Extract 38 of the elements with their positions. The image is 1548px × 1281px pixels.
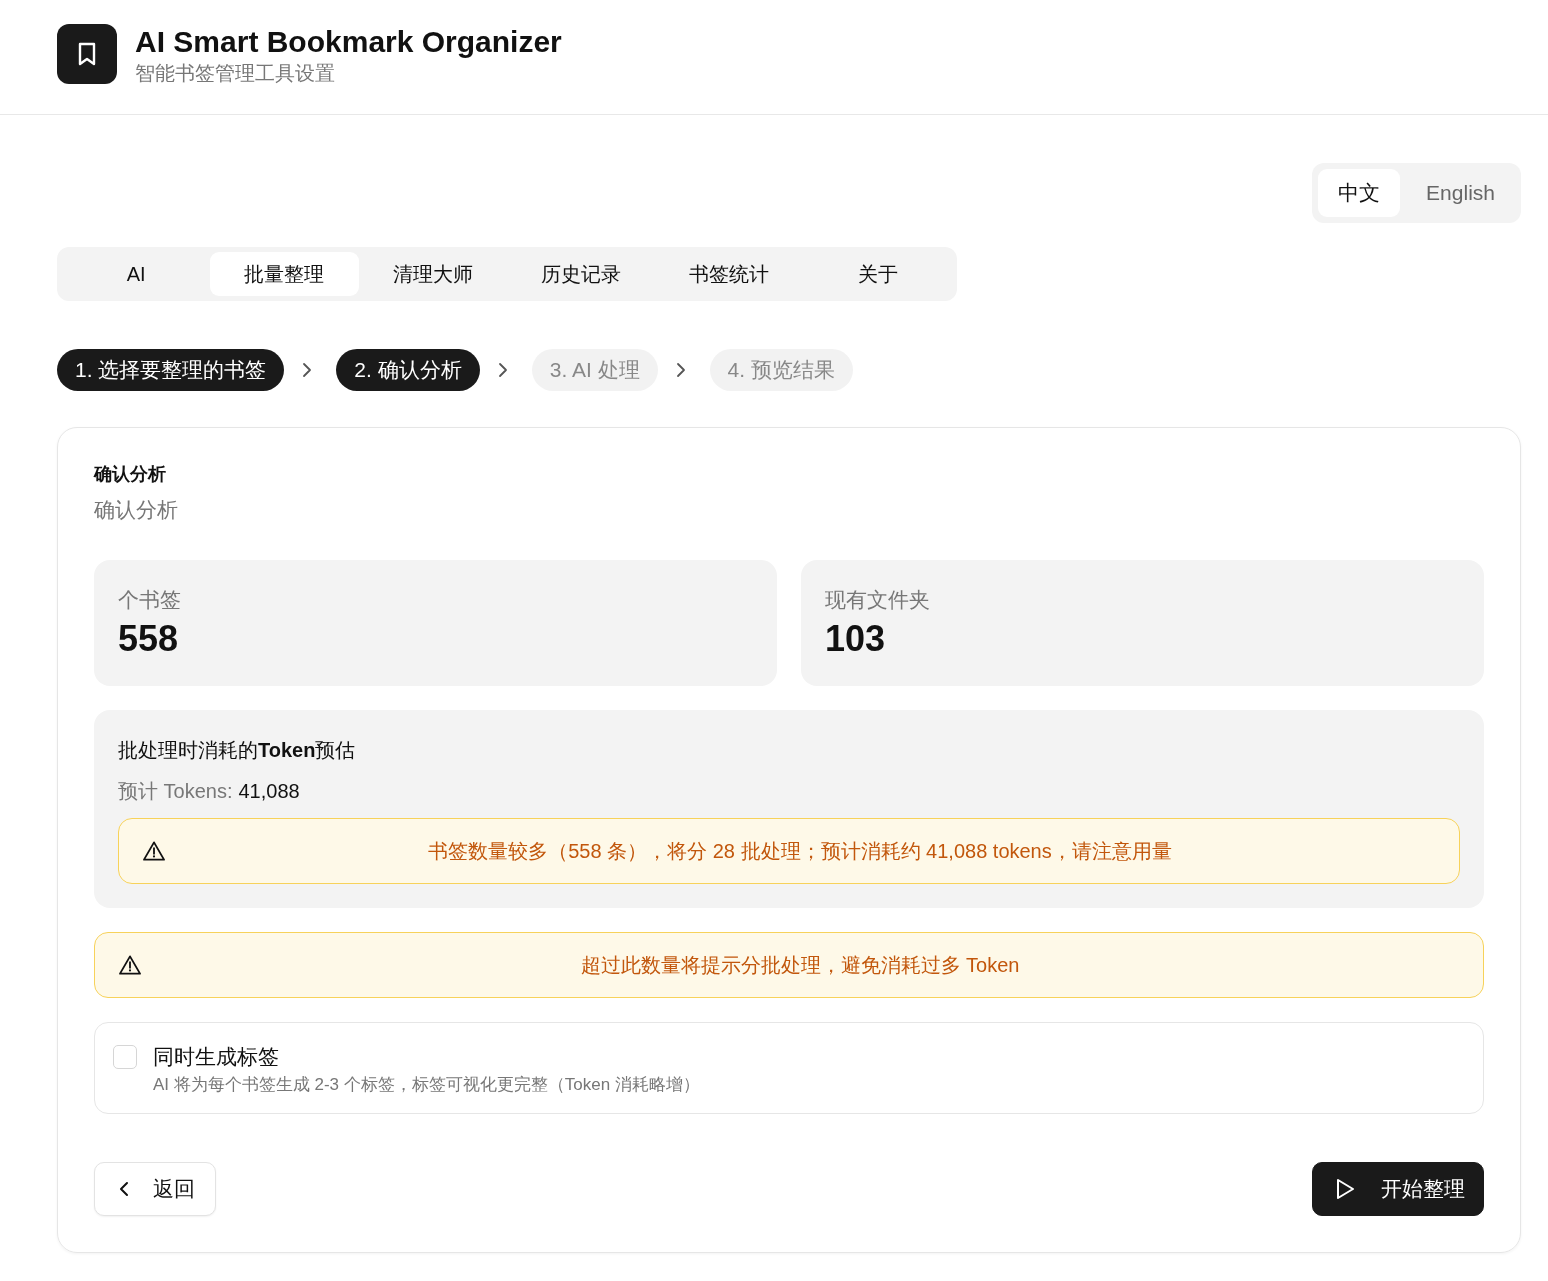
option-label: 同时生成标签 (153, 1044, 280, 1070)
app-title: AI Smart Bookmark Organizer (135, 24, 562, 60)
token-label: 预计 Tokens: (118, 779, 233, 804)
card-subtitle: 确认分析 (94, 497, 179, 523)
option-description: AI 将为每个书签生成 2-3 个标签，标签可视化更完整（Token 消耗略增） (153, 1074, 700, 1096)
tab[interactable]: 历史记录 (507, 252, 656, 296)
step-pill: 3. AI 处理 (531, 349, 658, 391)
step-pill: 1. 选择要整理的书签 (57, 349, 285, 391)
language-option[interactable]: 中文 (1318, 169, 1401, 217)
card-title: 确认分析 (94, 463, 167, 486)
step-pill: 4. 预览结果 (709, 349, 853, 391)
chevron-right-icon (302, 362, 313, 378)
warning-icon (119, 955, 141, 975)
notice-text: 超过此数量将提示分批处理，避免消耗过多 Token (579, 952, 1021, 978)
stat-value: 103 (825, 617, 887, 661)
tab[interactable]: 批量整理 (210, 252, 359, 296)
chevron-left-icon (119, 1181, 129, 1197)
tab[interactable]: 关于 (803, 252, 952, 296)
step-pill: 2. 确认分析 (336, 349, 480, 391)
start-button[interactable]: 开始整理 (1312, 1162, 1484, 1216)
stat-label: 个书签 (118, 587, 182, 613)
language-option[interactable]: English (1406, 169, 1515, 217)
app-subtitle: 智能书签管理工具设置 (135, 61, 336, 86)
token-estimate-title: 批处理时消耗的Token预估 (118, 738, 357, 763)
play-icon (1335, 1178, 1355, 1200)
chevron-right-icon (675, 362, 686, 378)
token-value: 41,088 (238, 779, 300, 804)
tab[interactable]: 书签统计 (655, 252, 804, 296)
checkbox[interactable] (113, 1045, 137, 1069)
stat-value: 558 (118, 617, 180, 661)
chevron-right-icon (497, 362, 508, 378)
bookmark-logo-icon (57, 24, 117, 84)
warning-text: 书签数量较多（558 条），将分 28 批处理；预计消耗约 41,088 tokens，请注意用量 (427, 838, 1173, 864)
back-button[interactable]: 返回 (94, 1162, 216, 1216)
tab[interactable]: AI (62, 252, 211, 296)
warning-icon (143, 841, 165, 861)
tab[interactable]: 清理大师 (358, 252, 507, 296)
stat-label: 现有文件夹 (825, 587, 931, 613)
